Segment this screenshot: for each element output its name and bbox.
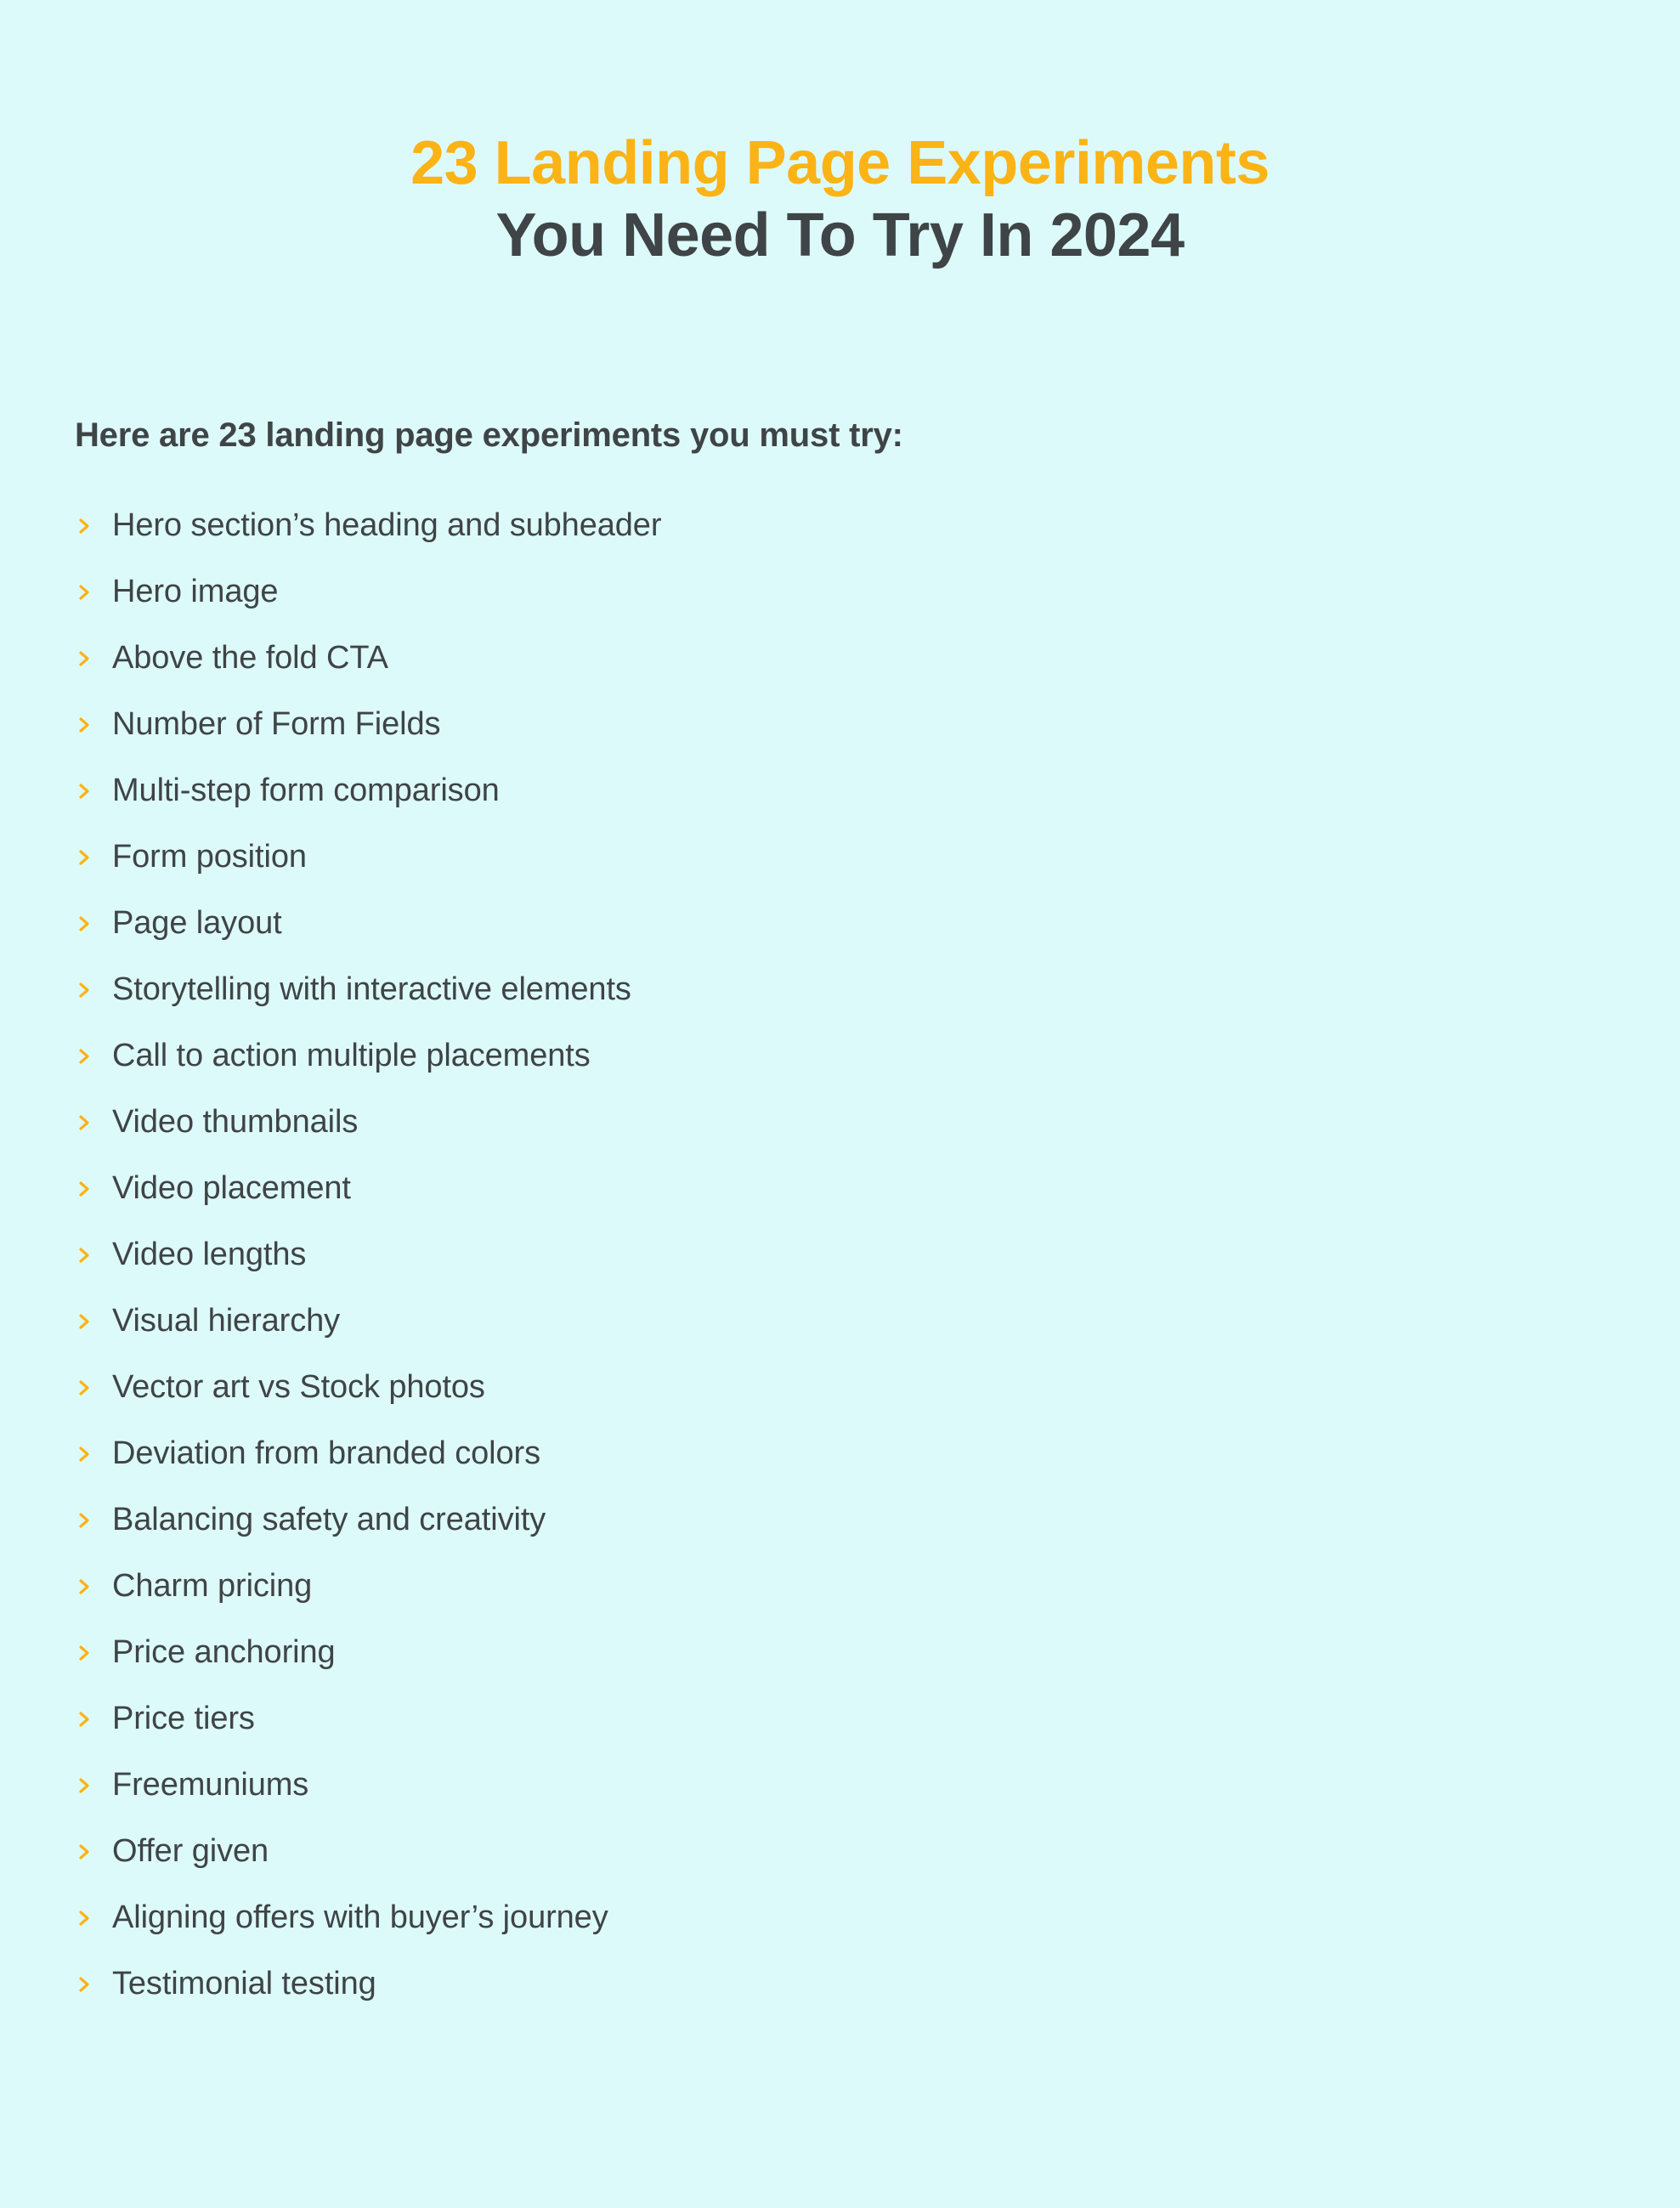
list-item: Aligning offers with buyer’s journey	[75, 1885, 1680, 1951]
list-item-label: Testimonial testing	[112, 1966, 376, 2001]
chevron-right-icon	[79, 1911, 89, 1926]
chevron-right-icon	[79, 1380, 89, 1396]
list-item-label: Vector art vs Stock photos	[112, 1369, 485, 1405]
list-item: Hero section’s heading and subheader	[75, 493, 1680, 559]
list-item: Video thumbnails	[75, 1090, 1680, 1156]
list-item-label: Charm pricing	[112, 1568, 313, 1604]
page-title: 23 Landing Page Experiments You Need To …	[0, 0, 1680, 272]
list-item-label: Visual hierarchy	[112, 1303, 341, 1339]
chevron-right-icon	[79, 1181, 89, 1197]
list-item-label: Deviation from branded colors	[112, 1435, 541, 1471]
list-item: Charm pricing	[75, 1554, 1680, 1620]
list-item: Form position	[75, 824, 1680, 891]
list-item: Storytelling with interactive elements	[75, 957, 1680, 1023]
chevron-right-icon	[79, 850, 89, 865]
list-item-label: Above the fold CTA	[112, 640, 388, 676]
chevron-right-icon	[79, 982, 89, 998]
chevron-right-icon	[79, 1314, 89, 1329]
list-item: Testimonial testing	[75, 1951, 1680, 2018]
list-item-label: Hero section’s heading and subheader	[112, 507, 662, 543]
chevron-right-icon	[79, 1115, 89, 1130]
list-item: Vector art vs Stock photos	[75, 1355, 1680, 1421]
list-item: Multi-step form comparison	[75, 758, 1680, 824]
chevron-right-icon	[79, 1513, 89, 1528]
chevron-right-icon	[79, 1645, 89, 1661]
title-line-secondary: You Need To Try In 2024	[495, 201, 1185, 269]
chevron-right-icon	[79, 1977, 89, 1992]
list-item-label: Hero image	[112, 574, 279, 609]
chevron-right-icon	[79, 717, 89, 733]
list-item: Price tiers	[75, 1686, 1680, 1752]
chevron-right-icon	[79, 585, 89, 600]
chevron-right-icon	[79, 1049, 89, 1064]
list-item-label: Price tiers	[112, 1701, 255, 1736]
list-item-label: Offer given	[112, 1833, 269, 1869]
chevron-right-icon	[79, 916, 89, 931]
list-item: Freemuniums	[75, 1752, 1680, 1819]
list-item: Deviation from branded colors	[75, 1421, 1680, 1487]
intro-text: Here are 23 landing page experiments you…	[75, 416, 903, 454]
list-item: Page layout	[75, 891, 1680, 957]
document-page: 23 Landing Page Experiments You Need To …	[0, 0, 1680, 2208]
list-item-label: Call to action multiple placements	[112, 1038, 591, 1073]
list-item-label: Freemuniums	[112, 1767, 309, 1803]
chevron-right-icon	[79, 1712, 89, 1727]
list-item-label: Price anchoring	[112, 1634, 336, 1670]
chevron-right-icon	[79, 1778, 89, 1793]
title-line-primary: 23 Landing Page Experiments	[410, 129, 1270, 197]
list-item: Above the fold CTA	[75, 626, 1680, 692]
list-item-label: Video placement	[112, 1170, 351, 1206]
list-item-label: Video lengths	[112, 1237, 307, 1272]
chevron-right-icon	[79, 784, 89, 799]
chevron-right-icon	[79, 651, 89, 666]
chevron-right-icon	[79, 518, 89, 534]
list-item: Price anchoring	[75, 1620, 1680, 1686]
list-item-label: Video thumbnails	[112, 1104, 359, 1140]
chevron-right-icon	[79, 1447, 89, 1462]
list-item: Video placement	[75, 1156, 1680, 1222]
list-item: Video lengths	[75, 1222, 1680, 1288]
list-item-label: Multi-step form comparison	[112, 773, 500, 808]
list-item: Balancing safety and creativity	[75, 1487, 1680, 1554]
list-item-label: Balancing safety and creativity	[112, 1502, 546, 1537]
experiments-list: Hero section’s heading and subheader Hero…	[0, 456, 1680, 2018]
list-item: Offer given	[75, 1819, 1680, 1885]
list-item-label: Number of Form Fields	[112, 706, 441, 742]
list-item-label: Form position	[112, 839, 307, 875]
chevron-right-icon	[79, 1579, 89, 1594]
list-item: Hero image	[75, 559, 1680, 626]
list-item: Call to action multiple placements	[75, 1023, 1680, 1090]
chevron-right-icon	[79, 1248, 89, 1263]
list-item-label: Page layout	[112, 905, 282, 941]
chevron-right-icon	[79, 1844, 89, 1860]
list-item: Number of Form Fields	[75, 692, 1680, 758]
list-item: Visual hierarchy	[75, 1288, 1680, 1355]
list-item-label: Aligning offers with buyer’s journey	[112, 1899, 608, 1935]
list-item-label: Storytelling with interactive elements	[112, 971, 631, 1007]
